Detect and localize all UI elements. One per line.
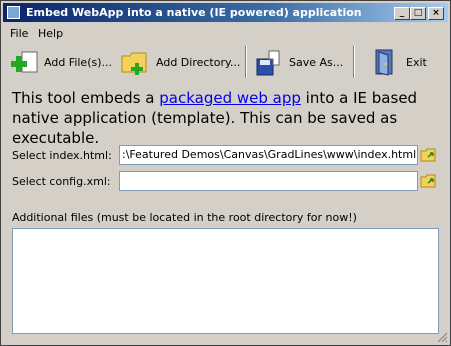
packaged-web-app-link[interactable]: packaged web app bbox=[159, 89, 301, 107]
minimize-button[interactable]: _ bbox=[394, 7, 410, 20]
index-html-label: Select index.html: bbox=[12, 149, 112, 162]
add-folder-icon bbox=[121, 52, 147, 75]
add-files-label: Add File(s)... bbox=[44, 56, 113, 69]
add-files-button[interactable]: Add File(s)... bbox=[11, 45, 115, 79]
exit-door-icon bbox=[375, 49, 393, 76]
add-file-icon bbox=[11, 51, 38, 73]
add-directory-label: Add Directory... bbox=[156, 56, 241, 69]
exit-label: Exit bbox=[406, 56, 427, 69]
browse-folder-icon[interactable] bbox=[419, 145, 439, 165]
save-as-button[interactable]: Save As... bbox=[253, 45, 343, 79]
menu-help[interactable]: Help bbox=[38, 27, 63, 40]
main-window: Embed WebApp into a native (IE powered) … bbox=[0, 0, 451, 346]
add-directory-button[interactable]: Add Directory... bbox=[120, 45, 240, 79]
maximize-button[interactable]: □ bbox=[410, 7, 426, 20]
save-icon bbox=[256, 50, 280, 76]
config-xml-field[interactable] bbox=[119, 171, 418, 191]
title-bar[interactable]: Embed WebApp into a native (IE powered) … bbox=[3, 3, 448, 22]
save-as-label: Save As... bbox=[289, 56, 344, 69]
additional-files-label: Additional files (must be located in the… bbox=[12, 211, 357, 224]
config-xml-label: Select config.xml: bbox=[12, 175, 111, 188]
resize-grip-icon[interactable] bbox=[436, 331, 448, 343]
close-button[interactable]: × bbox=[428, 7, 444, 20]
browse-folder-icon[interactable] bbox=[419, 171, 439, 191]
toolbar-separator bbox=[245, 46, 247, 78]
description-before: This tool embeds a bbox=[12, 89, 160, 107]
menu-file[interactable]: File bbox=[10, 27, 28, 40]
menu-bar: File Help bbox=[3, 25, 448, 42]
additional-files-list[interactable] bbox=[12, 228, 439, 334]
exit-button[interactable]: Exit bbox=[371, 45, 431, 79]
index-html-field[interactable]: :\Featured Demos\Canvas\GradLines\www\in… bbox=[119, 145, 418, 165]
window-title: Embed WebApp into a native (IE powered) … bbox=[26, 6, 362, 19]
description-text: This tool embeds a packaged web app into… bbox=[12, 88, 442, 148]
app-icon bbox=[7, 6, 20, 19]
toolbar: Add File(s)... Add Directory... Save As.… bbox=[3, 43, 448, 81]
toolbar-separator bbox=[353, 46, 355, 78]
